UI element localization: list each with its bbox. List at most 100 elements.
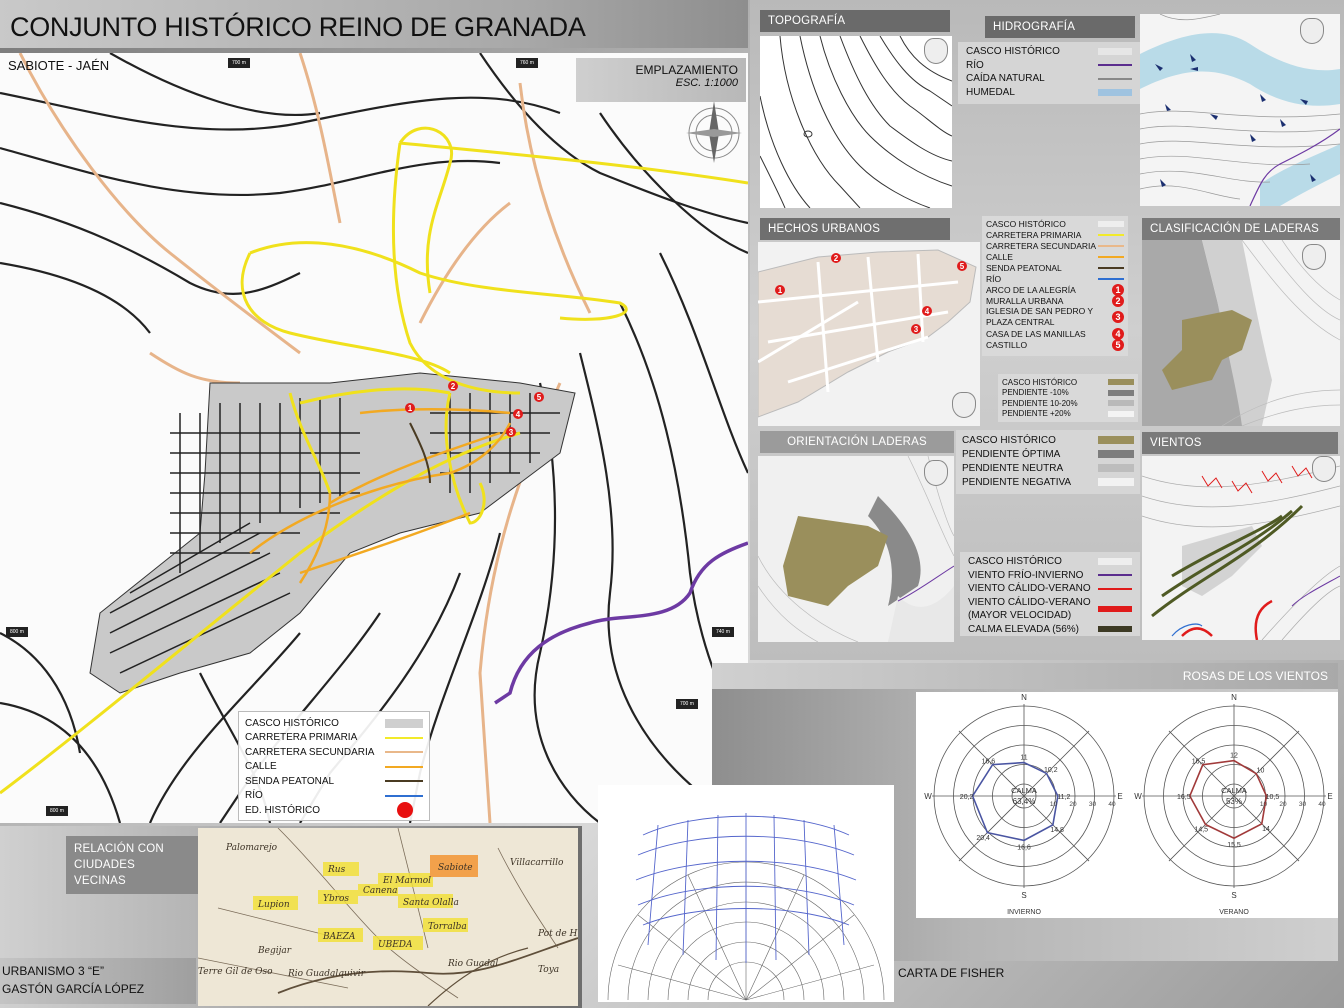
hidrografia-title: HIDROGRAFÍA bbox=[985, 16, 1135, 38]
rose-scale-label: 20 bbox=[1279, 801, 1287, 808]
rose-value-label: 14 bbox=[1262, 826, 1270, 833]
rose-direction: S bbox=[1231, 891, 1236, 900]
historic-number-badge: 2 bbox=[1112, 294, 1124, 307]
emplazamiento-scale: ESC. 1:1000 bbox=[675, 77, 738, 89]
hechos-legend: CASCO HISTÓRICO CARRETERA PRIMARIA CARRE… bbox=[982, 216, 1128, 356]
legend-swatch bbox=[397, 802, 413, 819]
town-label: Rio Guadalquivir bbox=[287, 969, 366, 979]
town-label: Villacarrillo bbox=[510, 858, 564, 868]
rose-value-label: 20,4 bbox=[976, 835, 990, 842]
legend-swatch bbox=[1098, 606, 1132, 612]
elevation-label: 800 m bbox=[6, 627, 28, 637]
hechos-urbanos-title: HECHOS URBANOS bbox=[760, 218, 950, 240]
town-label: Santa Olalla bbox=[403, 898, 459, 908]
town-label: Rus bbox=[327, 865, 346, 875]
town-label: El Marmol bbox=[382, 876, 431, 886]
historic-marker-4-label: 4 bbox=[516, 410, 521, 419]
emblem-icon bbox=[924, 460, 948, 486]
footer-author: GASTÓN GARCÍA LÓPEZ bbox=[2, 982, 145, 996]
historic-marker-3-label: 3 bbox=[509, 428, 514, 437]
fisher-chart bbox=[598, 785, 894, 1002]
legend-label: MURALLA URBANA bbox=[986, 295, 1064, 306]
topografia-panel bbox=[760, 36, 952, 208]
legend-label: ARCO DE LA ALEGRÍA bbox=[986, 284, 1076, 295]
historic-number-badge: 3 bbox=[1112, 311, 1124, 323]
legend-label: RÍO bbox=[245, 790, 263, 802]
legend-swatch bbox=[1098, 48, 1132, 56]
vientos-drawing bbox=[1142, 465, 1340, 640]
orientacion-map bbox=[758, 456, 954, 642]
legend-swatch bbox=[1108, 379, 1134, 386]
town-label: Palomarejo bbox=[225, 843, 278, 853]
legend-swatch bbox=[1098, 436, 1134, 444]
compass-rose-icon bbox=[686, 101, 742, 163]
rose-value-label: 10,5 bbox=[1266, 794, 1280, 801]
orientacion-drawing bbox=[758, 456, 954, 642]
rose-value-label: 16,5 bbox=[1177, 794, 1191, 801]
legend-label: CALLE bbox=[986, 251, 1013, 262]
rose-direction: N bbox=[1021, 693, 1027, 702]
rose-direction: S bbox=[1021, 891, 1026, 900]
rose-calma-value: 53% bbox=[1226, 797, 1242, 806]
rose-season-label: VERANO bbox=[1219, 909, 1249, 916]
town-label: Begijar bbox=[257, 946, 292, 956]
legend-label: CALMA ELEVADA (56%) bbox=[968, 623, 1079, 635]
relacion-title: RELACIÓN CON CIUDADES VECINAS bbox=[66, 836, 198, 894]
orientacion-legend: CASCO HISTÓRICO PENDIENTE ÓPTIMA PENDIEN… bbox=[956, 430, 1140, 494]
legend-swatch bbox=[1098, 626, 1132, 633]
legend-label: CARRETERA SECUNDARIA bbox=[245, 746, 375, 758]
footer: URBANISMO 3 “E” GASTÓN GARCÍA LÓPEZ bbox=[0, 958, 196, 1004]
legend-label: ED. HISTÓRICO bbox=[245, 804, 321, 816]
neighbors-drawing: Palomarejo Villacarrillo Rus El Marmol S… bbox=[198, 828, 578, 1006]
rose-direction: W bbox=[924, 792, 932, 801]
rose-scale-label: 30 bbox=[1089, 801, 1097, 808]
legend-swatch bbox=[1098, 220, 1124, 227]
rose-calma-value: 63,4% bbox=[1013, 797, 1036, 806]
emplazamiento-box: EMPLAZAMIENTO ESC. 1:1000 bbox=[576, 58, 746, 102]
hidro-legend: CASCO HISTÓRICO RÍO CAÍDA NATURAL HUMEDA… bbox=[958, 42, 1140, 104]
elevation-label: 700 m bbox=[228, 58, 250, 68]
legend-label: VIENTO FRÍO-INVIERNO bbox=[968, 569, 1084, 581]
rose-scale-label: 40 bbox=[1108, 801, 1116, 808]
fisher-title: CARTA DE FISHER bbox=[898, 966, 1005, 980]
topografia-title: TOPOGRAFÍA bbox=[760, 10, 950, 32]
town-label: BAEZA bbox=[322, 932, 356, 942]
rose-direction: E bbox=[1327, 792, 1332, 801]
page-title: CONJUNTO HISTÓRICO REINO DE GRANADA bbox=[10, 12, 586, 42]
rose-value-label: 11 bbox=[1020, 755, 1027, 762]
legend-swatch bbox=[1098, 244, 1124, 247]
rose-calma-label: CALMA bbox=[1221, 786, 1247, 795]
rosas-title: ROSAS DE LOS VIENTOS bbox=[712, 663, 1338, 689]
town-label: Pot de H bbox=[537, 929, 578, 939]
rose-value-label: 10,2 bbox=[1044, 767, 1058, 774]
legend-label: SENDA PEATONAL bbox=[986, 262, 1062, 273]
town-label: Ybros bbox=[323, 894, 349, 904]
town-label: Rio Guadal bbox=[447, 959, 498, 969]
legend-label: PENDIENTE +20% bbox=[1002, 409, 1071, 419]
legend-label: VIENTO CÁLIDO-VERANO bbox=[968, 583, 1091, 595]
map-subtitle: SABIOTE - JAÉN bbox=[8, 58, 110, 73]
legend-swatch bbox=[385, 751, 423, 754]
legend-label: CASTILLO bbox=[986, 339, 1028, 350]
rose-value-label: 20,2 bbox=[960, 794, 974, 801]
legend-swatch bbox=[385, 765, 423, 768]
historic-marker-1-label: 1 bbox=[778, 286, 783, 295]
legend-label: CASCO HISTÓRICO bbox=[245, 717, 339, 729]
fisher-drawing bbox=[607, 813, 885, 1001]
emplazamiento-title: EMPLAZAMIENTO bbox=[635, 63, 738, 77]
rose-direction: W bbox=[1134, 792, 1142, 801]
historic-urban-area bbox=[89, 372, 576, 694]
rose-direction: N bbox=[1231, 693, 1237, 702]
rose-scale-label: 10 bbox=[1050, 801, 1058, 808]
rose-value-label: 14,8 bbox=[1050, 827, 1064, 834]
elevation-label: 700 m bbox=[676, 699, 698, 709]
rose-calma-label: CALMA bbox=[1011, 786, 1037, 795]
legend-swatch bbox=[1108, 400, 1134, 407]
historic-marker-2-label: 2 bbox=[834, 254, 839, 263]
legend-label: CASCO HISTÓRICO bbox=[1002, 377, 1078, 387]
main-legend: CASCO HISTÓRICO CARRETERA PRIMARIA CARRE… bbox=[238, 711, 430, 821]
rose-direction: E bbox=[1117, 792, 1122, 801]
rose-value-label: 14,5 bbox=[1194, 827, 1208, 834]
legend-label: CASCO HISTÓRICO bbox=[986, 218, 1066, 229]
river-line bbox=[494, 541, 748, 705]
